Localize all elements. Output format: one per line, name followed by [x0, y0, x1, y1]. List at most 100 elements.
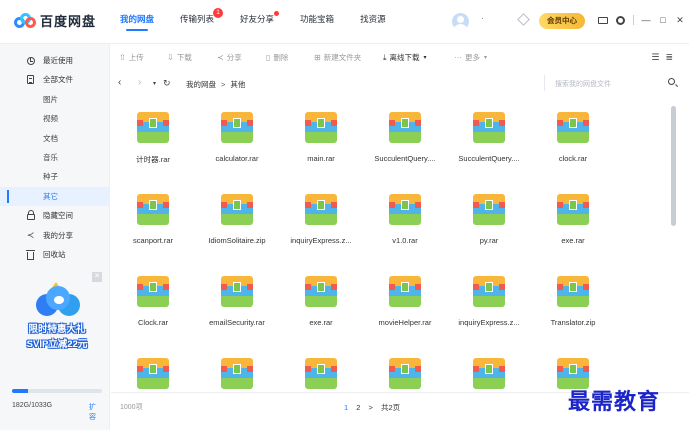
- page-1-button[interactable]: 1: [344, 403, 348, 412]
- app-logo[interactable]: 百度网盘: [14, 11, 96, 30]
- trash-icon: [26, 249, 35, 260]
- new-folder-button[interactable]: ⊞ 新建文件夹: [314, 52, 361, 63]
- tab-my-disk[interactable]: 我的网盘: [120, 13, 154, 31]
- upload-button[interactable]: ⇧ 上传: [119, 52, 144, 63]
- more-button[interactable]: ··· 更多 ▾: [454, 52, 490, 63]
- tab-friend-share[interactable]: 好友分享: [240, 11, 280, 31]
- file-item[interactable]: [447, 342, 531, 392]
- sidebar-item-images[interactable]: 图片: [0, 90, 110, 109]
- breadcrumb-item[interactable]: 其他: [230, 80, 245, 89]
- file-name: movieHelper.rar: [378, 318, 432, 327]
- file-name: v1.0.rar: [392, 236, 418, 245]
- file-item[interactable]: SucculentQuery....: [363, 96, 447, 178]
- sidebar-item-torrents[interactable]: 种子: [0, 167, 110, 186]
- file-item[interactable]: SucculentQuery....: [447, 96, 531, 178]
- close-button[interactable]: ✕: [674, 14, 686, 26]
- archive-file-icon: [305, 112, 337, 143]
- tab-toolbox[interactable]: 功能宝箱: [300, 13, 334, 31]
- file-item[interactable]: scanport.rar: [111, 178, 195, 260]
- forward-button[interactable]: ›: [138, 77, 141, 88]
- file-item[interactable]: Translator.zip: [531, 260, 615, 342]
- file-item[interactable]: main.rar: [279, 96, 363, 178]
- file-item[interactable]: [195, 342, 279, 392]
- close-icon[interactable]: ✕: [92, 272, 102, 282]
- mail-icon[interactable]: [597, 14, 609, 26]
- archive-file-icon: [389, 276, 421, 307]
- address-bar: ‹ › ▾ ↻ 我的网盘 > 其他 搜索我的网盘文件: [111, 70, 689, 96]
- history-dropdown-icon[interactable]: ▾: [153, 80, 156, 87]
- next-page-button[interactable]: >: [369, 403, 373, 412]
- file-item[interactable]: exe.rar: [279, 260, 363, 342]
- file-name: inquiryExpress.z...: [458, 318, 520, 327]
- file-item[interactable]: v1.0.rar: [363, 178, 447, 260]
- file-item[interactable]: inquiryExpress.z...: [279, 178, 363, 260]
- search-input[interactable]: 搜索我的网盘文件: [544, 75, 679, 91]
- storage-bar: [12, 389, 102, 393]
- archive-file-icon: [137, 112, 169, 143]
- file-item[interactable]: inquiryExpress.z...: [447, 260, 531, 342]
- notification-dot: [274, 11, 280, 16]
- file-name: exe.rar: [561, 236, 585, 245]
- archive-file-icon: [137, 358, 169, 389]
- username[interactable]: ·: [481, 14, 484, 23]
- breadcrumb-item[interactable]: 我的网盘: [186, 80, 216, 89]
- file-item[interactable]: Clock.rar: [111, 260, 195, 342]
- sidebar-item-videos[interactable]: 视频: [0, 109, 110, 128]
- sidebar-item-my-share[interactable]: ≺ 我的分享: [0, 226, 110, 245]
- file-item[interactable]: [111, 342, 195, 392]
- promo-banner[interactable]: ✕ 限时特惠大礼 SVIP立减22元: [8, 272, 102, 368]
- archive-file-icon: [557, 112, 589, 143]
- file-item[interactable]: IdiomSolitaire.zip: [195, 178, 279, 260]
- file-item[interactable]: py.rar: [447, 178, 531, 260]
- storage-text: 182G/1033G: [12, 402, 53, 409]
- list-view-icon[interactable]: ≣: [665, 52, 679, 62]
- sidebar-item-recent[interactable]: 最近使用: [0, 51, 110, 70]
- archive-file-icon: [473, 276, 505, 307]
- sort-icon[interactable]: ☰: [651, 52, 665, 62]
- title-bar: 百度网盘 我的网盘 传输列表 1 好友分享 功能宝箱 找资源 · 会员中心 — □…: [0, 0, 689, 44]
- scroll-thumb[interactable]: [671, 106, 676, 226]
- avatar[interactable]: [452, 13, 469, 30]
- gear-icon[interactable]: [614, 14, 626, 26]
- search-icon[interactable]: [668, 78, 675, 85]
- breadcrumb-separator: >: [221, 80, 226, 89]
- delete-button[interactable]: ▯ 删除: [266, 52, 288, 63]
- expand-storage-link[interactable]: 扩容: [89, 402, 102, 422]
- vip-center-button[interactable]: 会员中心: [539, 13, 585, 29]
- file-item[interactable]: exe.rar: [531, 178, 615, 260]
- sidebar-item-recycle-bin[interactable]: 回收站: [0, 245, 110, 264]
- offline-download-button[interactable]: ⤓ 离线下载 ▾: [383, 52, 430, 63]
- back-button[interactable]: ‹: [118, 77, 121, 88]
- view-toggle[interactable]: ☰≣: [651, 52, 679, 63]
- sidebar-item-hidden-space[interactable]: 隐藏空间: [0, 206, 110, 225]
- tab-transfer-list[interactable]: 传输列表 1: [180, 8, 224, 31]
- maximize-button[interactable]: □: [657, 14, 669, 26]
- archive-file-icon: [389, 194, 421, 225]
- minimize-button[interactable]: —: [640, 14, 652, 26]
- share-button[interactable]: ≺ 分享: [217, 52, 242, 63]
- page-2-button[interactable]: 2: [356, 403, 360, 412]
- refresh-icon[interactable]: ↻: [163, 78, 171, 89]
- more-icon: ···: [454, 53, 462, 62]
- file-name: emailSecurity.rar: [209, 318, 265, 327]
- file-item[interactable]: movieHelper.rar: [363, 260, 447, 342]
- scrollbar[interactable]: [671, 100, 676, 392]
- file-item[interactable]: [279, 342, 363, 392]
- sidebar-item-all-files[interactable]: 全部文件: [0, 70, 110, 89]
- transfer-count-badge: 1: [213, 8, 224, 18]
- tab-find-resources[interactable]: 找资源: [360, 13, 386, 31]
- file-name: IdiomSolitaire.zip: [208, 236, 266, 245]
- file-item[interactable]: emailSecurity.rar: [195, 260, 279, 342]
- sidebar-item-music[interactable]: 音乐: [0, 148, 110, 167]
- file-item[interactable]: clock.rar: [531, 96, 615, 178]
- file-item[interactable]: [363, 342, 447, 392]
- watermark-text: 最需教育: [568, 389, 661, 415]
- divider: [633, 15, 634, 25]
- sidebar-item-other[interactable]: 其它: [0, 187, 110, 206]
- sidebar-item-docs[interactable]: 文档: [0, 129, 110, 148]
- diamond-icon[interactable]: [517, 13, 530, 26]
- file-item[interactable]: calculator.rar: [195, 96, 279, 178]
- download-button[interactable]: ⇩ 下载: [167, 52, 192, 63]
- archive-file-icon: [221, 194, 253, 225]
- file-item[interactable]: 计时器.rar: [111, 96, 195, 178]
